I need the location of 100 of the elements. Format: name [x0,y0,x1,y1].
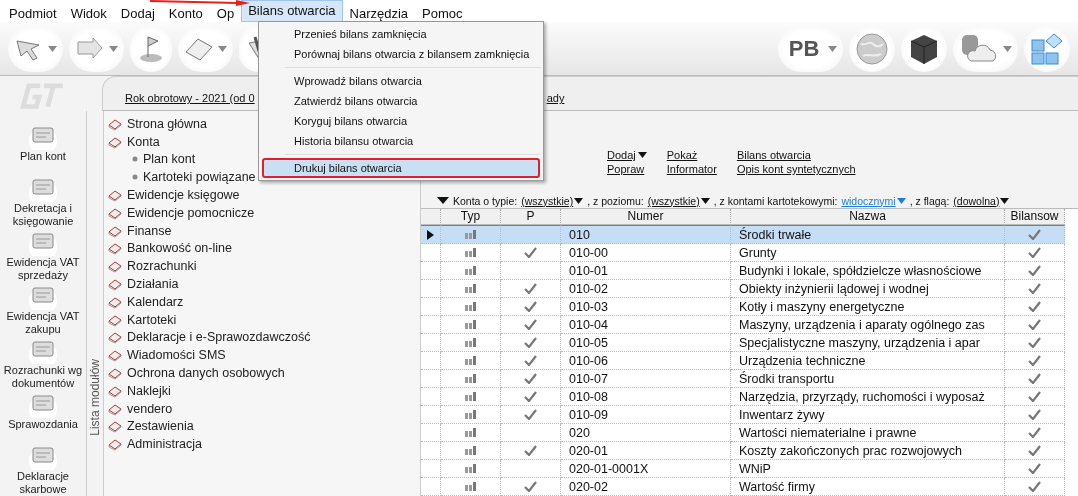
row-header-cell[interactable] [421,370,441,388]
menu-option[interactable]: Wprowadź bilans otwarcia [262,71,540,91]
row-header-cell[interactable] [421,442,441,460]
menu-item[interactable]: Konto [161,6,210,22]
account-type-icon [464,230,477,239]
tree-item[interactable]: Plan kont [143,152,196,167]
table-cell: 020-02 [561,478,731,496]
action-link[interactable]: Popraw [607,163,647,175]
table-cell: 010-01 [561,262,731,280]
tree-item[interactable]: Strona główna [127,116,207,131]
tree-item[interactable]: Deklaracje i e-Sprawozdawczość [127,330,311,345]
table-cell: Koszty zakończonych prac rozwojowych [731,442,1005,460]
action-link[interactable]: Dodaj [607,149,647,161]
header-link[interactable]: ady [546,92,565,104]
menu-item[interactable]: Dodaj [113,6,162,22]
nav-button[interactable]: Ewidencja VAT sprzedaży [1,228,85,283]
menu-option[interactable]: Historia bilansu otwarcia [262,131,540,151]
row-header-cell[interactable] [421,280,441,298]
filter-dropdown[interactable]: (dowolna) [953,194,1010,207]
row-header-cell[interactable] [421,316,441,334]
menu-item[interactable]: Podmiot [2,6,64,22]
tree-item[interactable]: Ewidencje pomocnicze [127,205,255,220]
row-header-cell[interactable] [421,388,441,406]
tiles-icon [1030,31,1064,66]
action-link[interactable]: Informator [666,163,717,175]
row-header-cell[interactable] [421,225,441,244]
check-icon [524,409,537,420]
column-header[interactable]: Typ [441,209,501,225]
row-header-cell[interactable] [421,298,441,316]
check-icon [524,373,537,384]
menu-item[interactable]: Widok [63,6,114,22]
account-type-icon [464,284,477,293]
filter-label: , z kontami kartotekowymi: [713,194,838,207]
nav-button[interactable]: Sprawozdania [1,390,85,442]
menu-item[interactable]: Pomoc [415,6,470,22]
bullet-icon [132,174,138,181]
table-cell: Urządzenia techniczne [731,352,1005,370]
tree-item[interactable]: Ochrona danych osobowych [127,366,285,381]
tree-item[interactable]: Kartoteki [127,312,177,327]
tree-item[interactable]: Wiadomości SMS [127,348,226,363]
table-cell: 020 [561,424,731,442]
nav-button[interactable]: Plan kont [1,122,85,175]
module-icon [108,188,122,203]
account-type-icon [464,248,477,257]
tree-item[interactable]: Administracja [127,437,203,452]
tree-item[interactable]: Finanse [127,223,172,238]
filter-dropdown[interactable]: (wszystkie) [521,194,584,207]
table-cell: Środki trwałe [731,225,1005,244]
menu-option[interactable]: Drukuj bilans otwarcia [262,158,540,178]
globe-icon [855,31,889,66]
tree-item[interactable]: Kalendarz [127,294,184,309]
tree-item[interactable]: Działania [127,277,179,292]
tree-item[interactable]: vendero [127,401,173,416]
row-header-cell[interactable] [421,262,441,280]
row-header-cell[interactable] [421,460,441,478]
column-header[interactable]: Numer [561,209,731,225]
menu-option[interactable]: Koryguj bilans otwarcia [262,111,540,131]
row-header-cell[interactable] [421,244,441,262]
menu-item[interactable]: Bilans otwarcia [241,0,343,22]
tree-item[interactable]: Kartoteki powiązane [143,170,256,185]
row-header-cell[interactable] [421,424,441,442]
menu-option[interactable]: Przenieś bilans zamknięcia [262,24,540,44]
tree-item[interactable]: Rozrachunki [127,259,197,274]
action-link[interactable]: Bilans otwarcia [736,149,856,161]
row-header-cell[interactable] [421,478,441,496]
caret-icon [700,197,710,204]
account-type-icon [464,410,477,419]
row-header-cell[interactable] [421,406,441,424]
tree-item[interactable]: Zestawienia [127,419,194,434]
nav-button[interactable]: Ewidencja VAT zakupu [1,282,85,337]
action-link[interactable]: Opis kont syntetycznych [736,163,856,175]
column-header[interactable]: Nazwa [731,209,1005,225]
nav-button[interactable]: Rozrachunki wg dokumentów [1,336,85,391]
fiscal-year-link[interactable]: Rok obrotowy - 2021 (od 0 [125,92,255,104]
menu-option[interactable]: Porównaj bilans otwarcia z bilansem zamknięcia [262,44,540,64]
nav-button[interactable]: Deklaracje skarbowe [1,442,85,496]
table-cell: 010-02 [561,280,731,298]
row-header-cell[interactable] [421,352,441,370]
menu-option[interactable]: Zatwierdź bilans otwarcia [262,91,540,111]
tree-item[interactable]: Ewidencje księgowe [127,188,240,203]
tree-item[interactable]: Bankowość on-line [127,241,232,256]
nav-button[interactable]: Dekretacja i księgowanie [1,174,85,229]
filter-dropdown[interactable]: (wszystkie) [647,194,710,207]
tree-item[interactable]: Naklejki [127,383,171,398]
table-cell: 010-03 [561,298,731,316]
filter-dropdown[interactable]: widocznymi [841,194,906,207]
menu-item[interactable]: Narzędzia [342,6,416,22]
table-cell: Kotły i maszyny energetyczne [731,298,1005,316]
menu-item[interactable]: Op [209,6,242,22]
filter-label: Konta o typie: [453,194,518,207]
row-header-cell[interactable] [421,334,441,352]
caret-icon [828,45,837,52]
table-cell: 010-05 [561,334,731,352]
column-header[interactable]: Bilansow [1005,209,1065,225]
tree-item[interactable]: Konta [127,134,160,149]
account-type-icon [464,482,477,491]
column-header[interactable]: P [501,209,561,225]
toolbar-button[interactable]: PB [778,25,843,72]
action-link[interactable]: Pokaż [666,149,717,161]
toolbar-button[interactable] [901,25,947,72]
